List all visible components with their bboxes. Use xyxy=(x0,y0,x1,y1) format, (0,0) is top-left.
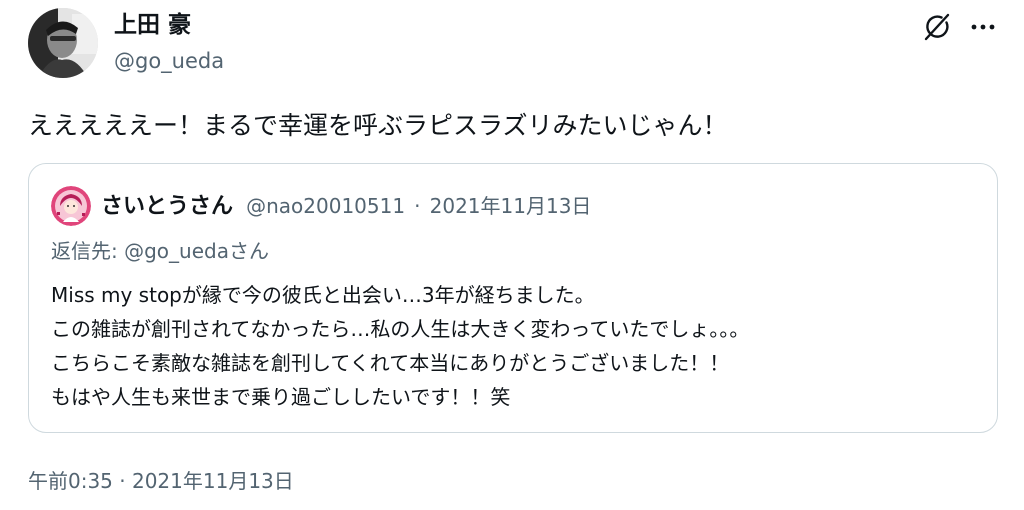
quote-avatar[interactable] xyxy=(51,186,91,226)
tweet-text: えええええー！まるで幸運を呼ぶラピスラズリみたいじゃん！ xyxy=(28,111,728,140)
quoted-tweet[interactable]: さいとうさん @nao20010511 · 2021年11月13日 返信先: @… xyxy=(28,163,998,433)
more-options-icon[interactable] xyxy=(968,12,998,42)
quote-avatar-illustration xyxy=(51,186,91,226)
avatar[interactable] xyxy=(28,8,98,78)
quote-header: さいとうさん @nao20010511 · 2021年11月13日 xyxy=(101,190,591,224)
quote-reply-to[interactable]: 返信先: @go_uedaさん xyxy=(51,235,269,267)
author-name[interactable]: 上田 豪 xyxy=(114,8,191,42)
quote-text-line: もはや人生も来世まで乗り過ごししたいです！！笑 xyxy=(51,385,511,409)
quote-text-line: この雑誌が創刊されてなかったら…私の人生は大きく変わっていたでしょ。。。 xyxy=(51,317,750,341)
quote-text-line: Miss my stopが縁で今の彼氏と出会い…3年が経ちました。 xyxy=(51,283,595,307)
quote-author-handle[interactable]: @nao20010511 xyxy=(246,194,405,218)
avatar-photo xyxy=(28,8,98,78)
tweet-card: 上田 豪 @go_ueda えええええー！まるで幸運を呼ぶラピスラズリみたいじゃ… xyxy=(0,0,1024,510)
quote-date[interactable]: 2021年11月13日 xyxy=(430,194,592,218)
tweet-timestamp[interactable]: 午前0:35 · 2021年11月13日 xyxy=(28,465,294,497)
quote-text-line: こちらこそ素敵な雑誌を創刊してくれて本当にありがとうございました！！ xyxy=(51,351,730,375)
grok-icon[interactable] xyxy=(922,12,952,42)
quote-separator: · xyxy=(414,194,421,218)
author-handle[interactable]: @go_ueda xyxy=(114,46,224,76)
quote-author-name[interactable]: さいとうさん xyxy=(101,194,233,219)
